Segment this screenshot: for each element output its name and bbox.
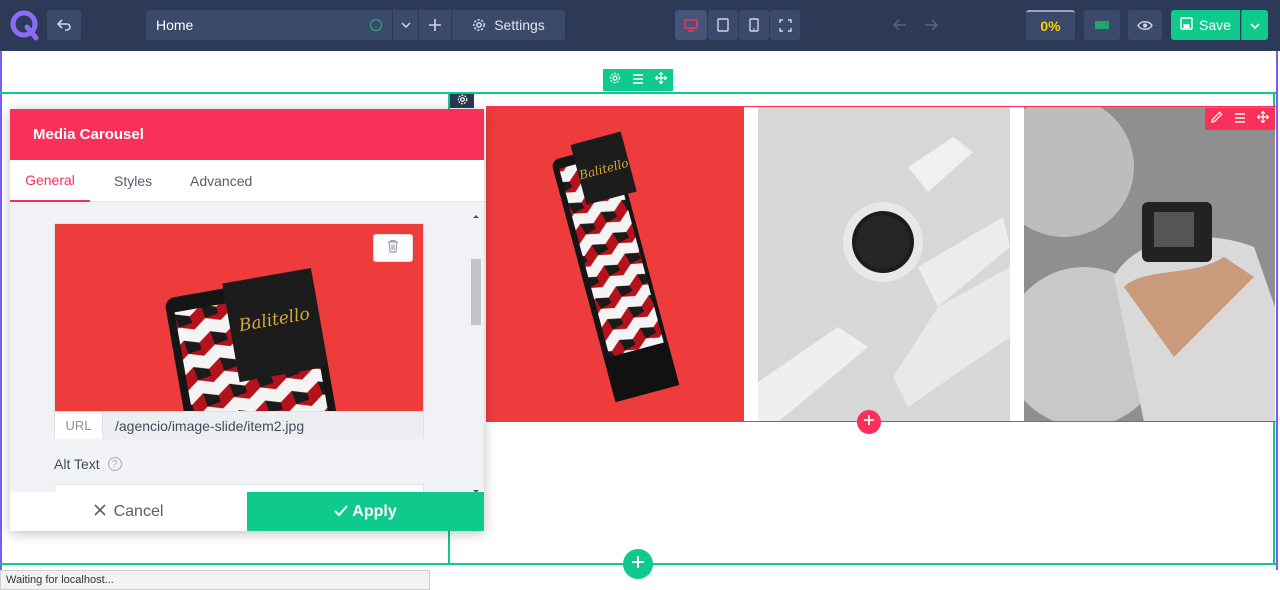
section-outline-left [0,51,2,570]
gear-icon[interactable] [609,71,621,89]
gear-icon [472,18,486,32]
carousel-image-camera[interactable] [1024,107,1275,422]
tab-styles[interactable]: Styles [114,160,152,202]
row-toolbar [603,69,673,91]
progress-percent[interactable]: 0% [1026,10,1075,40]
url-label: URL [55,411,103,439]
trash-icon [387,239,399,258]
desktop-icon [684,18,698,32]
fullscreen-button[interactable] [770,10,800,40]
scroll-thumb[interactable] [471,259,481,325]
move-icon[interactable] [654,71,668,89]
panel-title: Media Carousel [10,109,484,160]
widget-outline-bottom [486,421,1276,422]
row-outline-top [0,92,1276,94]
history-back-button[interactable] [885,10,915,40]
plus-icon [428,18,442,32]
floppy-icon [1180,17,1193,33]
menu-icon[interactable] [632,71,644,89]
page-dropdown-button[interactable] [393,10,418,40]
add-page-button[interactable] [419,10,451,40]
device-mobile-button[interactable] [739,10,769,40]
panel-body: Balitello URL /agencio/image-slide/item2… [10,202,484,492]
menu-icon[interactable] [1234,110,1246,128]
url-input[interactable]: /agencio/image-slide/item2.jpg [103,411,423,439]
panel-footer: Cancel Apply [10,492,484,531]
watch-photo [758,107,1010,422]
status-ok-icon [370,19,382,31]
column-settings-button[interactable] [450,94,474,108]
preview-button[interactable] [1128,10,1162,40]
carousel-image-socks[interactable]: Balitello [486,107,744,422]
alt-text-input[interactable] [54,484,424,492]
add-section-button[interactable] [623,549,653,579]
panel-tabs: General Styles Advanced [10,160,484,202]
apply-button[interactable]: Apply [247,492,484,531]
alt-text-label-text: Alt Text [54,456,100,472]
code-button[interactable] [1084,10,1120,40]
panel-scrollbar[interactable] [468,202,484,492]
help-icon[interactable]: ? [107,457,122,471]
tab-advanced[interactable]: Advanced [190,160,252,202]
check-icon [334,503,349,521]
device-tablet-button[interactable] [708,10,738,40]
editor-toolbar: Home Settings 0% Save [0,0,1280,51]
save-options-button[interactable] [1241,10,1268,40]
image-preview[interactable]: Balitello [55,224,423,411]
settings-label: Settings [494,17,545,33]
carousel-image-watch[interactable] [758,107,1010,422]
undo-icon [56,18,72,32]
history-forward-button[interactable] [916,10,946,40]
plus-icon [631,555,645,574]
scroll-down-icon[interactable] [471,482,481,492]
arrow-right-icon [924,19,938,31]
scroll-up-icon[interactable] [471,206,481,224]
gear-icon [457,92,468,110]
socks-photo: Balitello [552,131,680,403]
page-select-value: Home [156,17,194,33]
tab-general[interactable]: General [10,160,90,202]
code-icon [1094,20,1110,30]
delete-image-button[interactable] [373,234,413,262]
save-label: Save [1199,17,1231,33]
alt-text-label: Alt Text ? [54,456,122,472]
save-button[interactable]: Save [1171,10,1240,40]
page-select[interactable]: Home [146,10,392,40]
tablet-icon [717,18,729,32]
camera-photo [1024,107,1275,422]
socks-thumbnail: Balitello [165,267,338,411]
eye-icon [1137,20,1153,31]
device-desktop-button[interactable] [675,10,707,40]
media-carousel-panel: Media Carousel General Styles Advanced B… [10,109,484,531]
settings-button[interactable]: Settings [452,10,565,40]
apply-label: Apply [352,502,397,520]
arrow-left-icon [893,19,907,31]
widget-toolbar [1205,108,1275,130]
add-widget-button[interactable] [857,410,881,434]
browser-status-bar: Waiting for localhost... [0,570,430,590]
widget-outline-top [486,106,1276,107]
q-logo-icon[interactable] [9,9,39,41]
move-icon[interactable] [1256,110,1270,128]
chevron-down-icon [400,22,411,28]
mobile-icon [749,18,759,32]
plus-icon [863,413,875,431]
image-item-card: Balitello URL /agencio/image-slide/item2… [54,223,424,439]
cancel-button[interactable]: Cancel [10,492,247,531]
chevron-down-icon [1250,16,1260,34]
close-icon [94,503,106,521]
cancel-label: Cancel [113,502,164,520]
fullscreen-icon [778,18,792,32]
pencil-icon[interactable] [1210,110,1223,128]
undo-button[interactable] [47,10,81,40]
section-outline-right [1276,51,1278,570]
